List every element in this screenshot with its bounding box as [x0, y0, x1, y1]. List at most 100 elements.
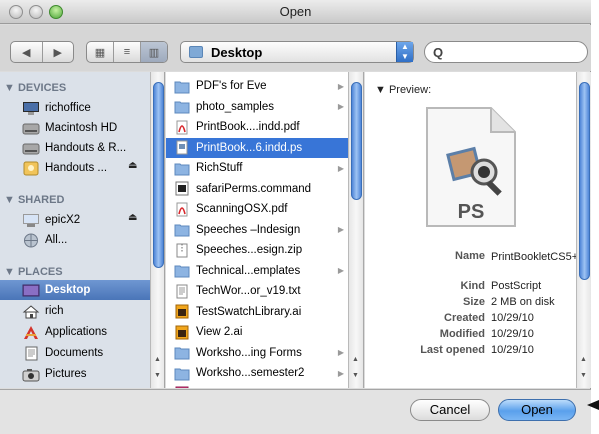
file-row[interactable]: Speeches –Indesign ▶ [166, 220, 348, 240]
folder-icon [174, 81, 190, 93]
file-list-scrollbar[interactable]: ▲ ▼ [348, 72, 363, 388]
preview-label: ▼ Preview: [375, 84, 432, 96]
sidebar-section-places: ▼ PLACES [4, 266, 63, 278]
file-name: ScanningOSX.pdf [196, 203, 288, 215]
meta-value-kind: PostScript [491, 280, 542, 292]
file-row[interactable]: Speeches...esign.zip [166, 240, 348, 260]
file-row[interactable]: safariPerms.command [166, 179, 348, 199]
file-row[interactable]: View 2.ai [166, 322, 348, 342]
sidebar-item-rich[interactable]: rich [0, 301, 150, 321]
terminal-file-icon [175, 181, 189, 196]
icon-view-button[interactable]: ▦ [87, 42, 114, 62]
scroll-down-arrow-icon[interactable]: ▼ [580, 372, 587, 379]
back-button[interactable]: ◀ [11, 42, 43, 62]
open-button[interactable]: Open [498, 399, 576, 421]
pointer-arrow-icon [587, 400, 599, 410]
toolbar: ◀ ▶ ▦ ≡ ▥ Desktop ▲ ▼ Q [0, 25, 591, 71]
file-row[interactable]: PrintBook...6.indd.ps [166, 137, 348, 158]
file-row[interactable]: RichStuff ▶ [166, 158, 348, 178]
cancel-button[interactable]: Cancel [410, 399, 490, 421]
scroll-down-arrow-icon[interactable]: ▼ [352, 372, 359, 379]
file-row[interactable]: Worksho...semester2 ▶ [166, 363, 348, 383]
file-row[interactable]: PDF's for Eve ▶ [166, 76, 348, 96]
pdf-file-icon [176, 120, 188, 134]
hard-drive-icon [22, 143, 40, 154]
meta-value-modified: 10/29/10 [491, 328, 534, 340]
meta-key-size: Size [462, 296, 485, 308]
file-name: Worksho...semester2 [196, 367, 305, 379]
file-name: photo_samples [196, 100, 274, 113]
title-bar: Open [0, 0, 591, 24]
preview-scroll-thumb[interactable] [579, 82, 590, 280]
icon-view-icon: ▦ [94, 46, 106, 59]
folder-icon [174, 224, 190, 237]
location-popup[interactable]: Desktop ▲ ▼ [180, 41, 414, 63]
desktop-icon [22, 284, 40, 296]
file-name: PrintBook....indd.pdf [196, 121, 300, 133]
disclosure-arrow-icon: ▶ [337, 266, 344, 275]
eject-icon[interactable]: ⏏ [128, 160, 137, 171]
pdf-file-icon [176, 202, 188, 216]
sidebar-item-all[interactable]: All... [0, 230, 150, 250]
sidebar-item-macintosh-hd[interactable]: Macintosh HD [0, 118, 150, 138]
scroll-up-arrow-icon[interactable]: ▲ [154, 356, 161, 363]
scroll-down-arrow-icon[interactable]: ▼ [154, 372, 161, 379]
location-label: Desktop [211, 45, 263, 60]
sidebar-item-pictures[interactable]: Pictures [0, 364, 150, 384]
disclosure-arrow-icon: ▶ [337, 368, 344, 378]
sidebar-item-applications[interactable]: Applications [0, 322, 150, 342]
hard-drive-icon [22, 123, 40, 134]
search-field[interactable]: Q [424, 41, 588, 63]
search-icon: Q [433, 45, 444, 60]
file-column: PDF's for Eve ▶ photo_samples ▶ PrintBook...… [166, 72, 364, 388]
sidebar-scroll-thumb[interactable] [153, 82, 164, 268]
postscript-file-icon [176, 140, 188, 155]
computer-icon [23, 101, 39, 115]
preview-scrollbar[interactable]: ▲ ▼ [576, 72, 591, 388]
sidebar-item-label: richoffice [45, 102, 91, 114]
navigation-buttons: ◀ ▶ [10, 41, 74, 63]
folder-icon [174, 101, 190, 114]
column-view-button[interactable]: ▥ [141, 42, 167, 62]
file-row[interactable]: PrintBook....indd.pdf [166, 117, 348, 137]
disclosure-arrow-icon: ▶ [337, 102, 344, 111]
scroll-up-arrow-icon[interactable]: ▲ [580, 356, 587, 363]
sidebar-item-label: Macintosh HD [45, 122, 118, 134]
file-name: Worksho...ing Forms [196, 346, 302, 359]
folder-icon [189, 46, 203, 58]
disclosure-arrow-icon: ▶ [337, 81, 344, 91]
eject-icon[interactable]: ⏏ [128, 212, 137, 223]
preview-column: ▼ Preview: PS Name PrintBookletCS5+10.6.… [365, 72, 591, 388]
file-row[interactable]: Technical...emplates ▶ [166, 261, 348, 281]
meta-value-name: PrintBookletCS5+10.6.indd.ps [491, 251, 591, 263]
sidebar-item-richoffice[interactable]: richoffice [0, 98, 150, 118]
file-name: TestSwatchLibrary.ai [196, 305, 302, 318]
file-row[interactable]: photo_samples ▶ [166, 97, 348, 117]
sidebar-item-label: rich [45, 305, 64, 317]
folder-icon [174, 347, 190, 360]
file-row[interactable]: TechWor...or_v19.txt [166, 281, 348, 301]
sidebar-section-devices: ▼ DEVICES [4, 82, 67, 94]
file-row[interactable]: ScanningOSX.pdf [166, 199, 348, 219]
sidebar-item-documents[interactable]: Documents [0, 343, 150, 363]
applications-icon [24, 325, 38, 339]
list-view-button[interactable]: ≡ [114, 42, 141, 62]
scroll-up-arrow-icon[interactable]: ▲ [352, 356, 359, 363]
file-list-scroll-thumb[interactable] [351, 82, 362, 200]
disclosure-arrow-icon: ▶ [337, 163, 344, 173]
file-row[interactable]: Worksho...ing Forms ▶ [166, 343, 348, 363]
sidebar-item-desktop[interactable]: Desktop [0, 280, 150, 300]
sidebar-item-label: Pictures [45, 368, 87, 380]
file-name: Technical...emplates [196, 264, 301, 277]
file-row[interactable]: TestSwatchLibrary.ai [166, 302, 348, 322]
column-view-icon: ▥ [148, 46, 160, 59]
sidebar-item-label: Documents [45, 347, 104, 359]
view-mode-buttons: ▦ ≡ ▥ [86, 41, 168, 63]
illustrator-file-icon [175, 304, 189, 319]
file-row[interactable]: WorkThrough.indd [166, 384, 348, 388]
sidebar-item-handouts-r[interactable]: Handouts & R... [0, 138, 150, 158]
forward-arrow-icon: ▶ [53, 46, 62, 59]
forward-button[interactable]: ▶ [43, 42, 74, 62]
sidebar-item-label: Handouts ... [45, 162, 108, 174]
sidebar-scrollbar[interactable]: ▲ ▼ [150, 72, 164, 388]
